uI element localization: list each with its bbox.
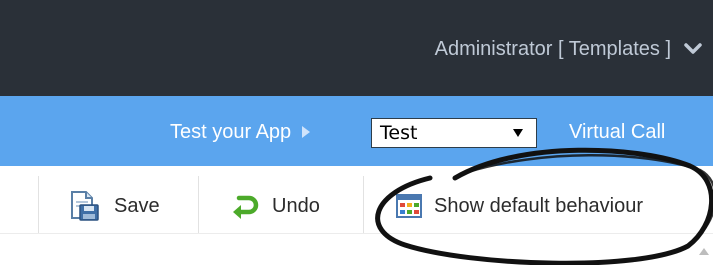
undo-button[interactable]: Undo (232, 190, 320, 222)
undo-icon (233, 195, 259, 219)
toolbar-bottom-border (0, 233, 713, 234)
dropdown-arrow-icon[interactable] (512, 128, 524, 138)
virtual-call-label: Virtual Call (569, 120, 666, 143)
chevron-down-icon[interactable] (683, 39, 703, 59)
caret-right-icon (302, 126, 311, 138)
toolbar-separator (363, 176, 364, 234)
user-menu[interactable]: Administrator [ Templates ] (435, 34, 703, 64)
show-default-behaviour-label: Show default behaviour (434, 194, 644, 217)
save-label: Save (114, 194, 160, 217)
grid-icon (396, 194, 422, 218)
save-button[interactable]: Save (68, 190, 160, 222)
show-default-behaviour-button[interactable]: Show default behaviour (396, 190, 643, 222)
toolbar-separator (198, 176, 199, 234)
toolbar-separator (38, 176, 39, 234)
save-icon (71, 191, 99, 221)
test-your-app-label: Test your App (170, 120, 292, 143)
scroll-up-icon[interactable] (698, 246, 710, 256)
environment-select[interactable]: Test (371, 118, 537, 148)
virtual-call-link[interactable]: Virtual Call (569, 118, 665, 146)
test-your-app-link[interactable]: Test your App (170, 118, 311, 146)
environment-select-value: Test (380, 122, 418, 144)
undo-label: Undo (272, 194, 320, 217)
user-label: Administrator [ Templates ] (434, 37, 671, 60)
